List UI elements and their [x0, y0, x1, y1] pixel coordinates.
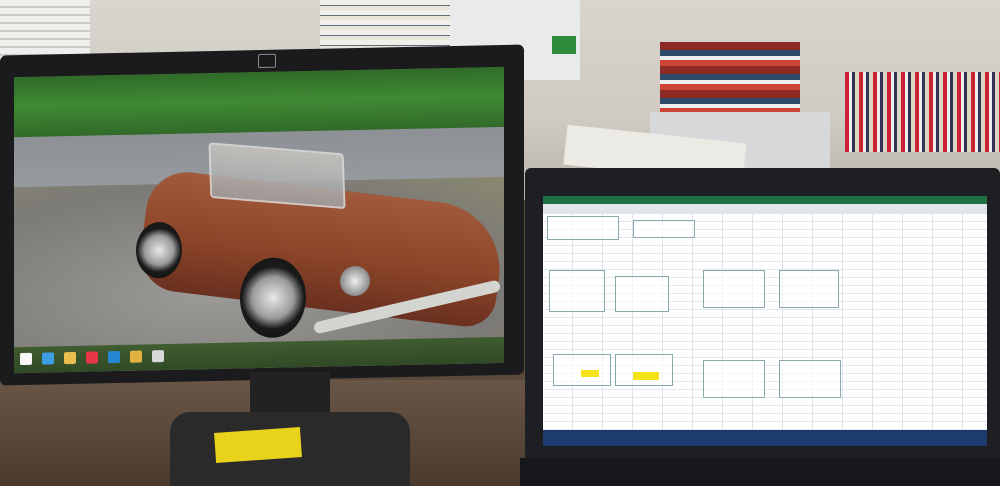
- stacked-papers-shelf: [320, 0, 450, 52]
- chrome-icon[interactable]: [86, 351, 98, 364]
- table-block: [547, 216, 619, 240]
- table-block: [615, 276, 669, 312]
- car-windshield: [208, 142, 346, 210]
- table-block: [703, 270, 765, 308]
- book-stack: [660, 42, 800, 112]
- table-block: [779, 360, 841, 398]
- laptop-taskbar: [543, 430, 987, 446]
- yellow-box: [214, 427, 302, 463]
- highlighted-cell[interactable]: [581, 370, 599, 377]
- explorer-icon[interactable]: [64, 351, 76, 365]
- left-monitor: [0, 44, 524, 386]
- hp-logo-icon: [258, 53, 276, 69]
- table-block: [779, 270, 839, 308]
- spreadsheet-titlebar: [543, 196, 987, 204]
- media-icon[interactable]: [152, 350, 164, 363]
- laptop-screen: [543, 196, 987, 446]
- laptop-keyboard: [520, 458, 1000, 486]
- left-monitor-screen: [14, 66, 504, 374]
- table-block: [703, 360, 765, 398]
- ie-icon[interactable]: [42, 352, 54, 365]
- laptop: [525, 168, 1000, 458]
- start-icon[interactable]: [20, 352, 32, 366]
- folder-icon[interactable]: [130, 350, 142, 363]
- table-block: [549, 270, 605, 312]
- table-block: [633, 220, 695, 238]
- green-label: [552, 36, 576, 54]
- table-block: [615, 354, 673, 386]
- highlighted-cell[interactable]: [633, 372, 659, 380]
- edge-icon[interactable]: [108, 350, 120, 364]
- spreadsheet-grid[interactable]: [543, 214, 987, 430]
- bookshelf-right: [845, 72, 1000, 152]
- window-blind: [0, 0, 90, 60]
